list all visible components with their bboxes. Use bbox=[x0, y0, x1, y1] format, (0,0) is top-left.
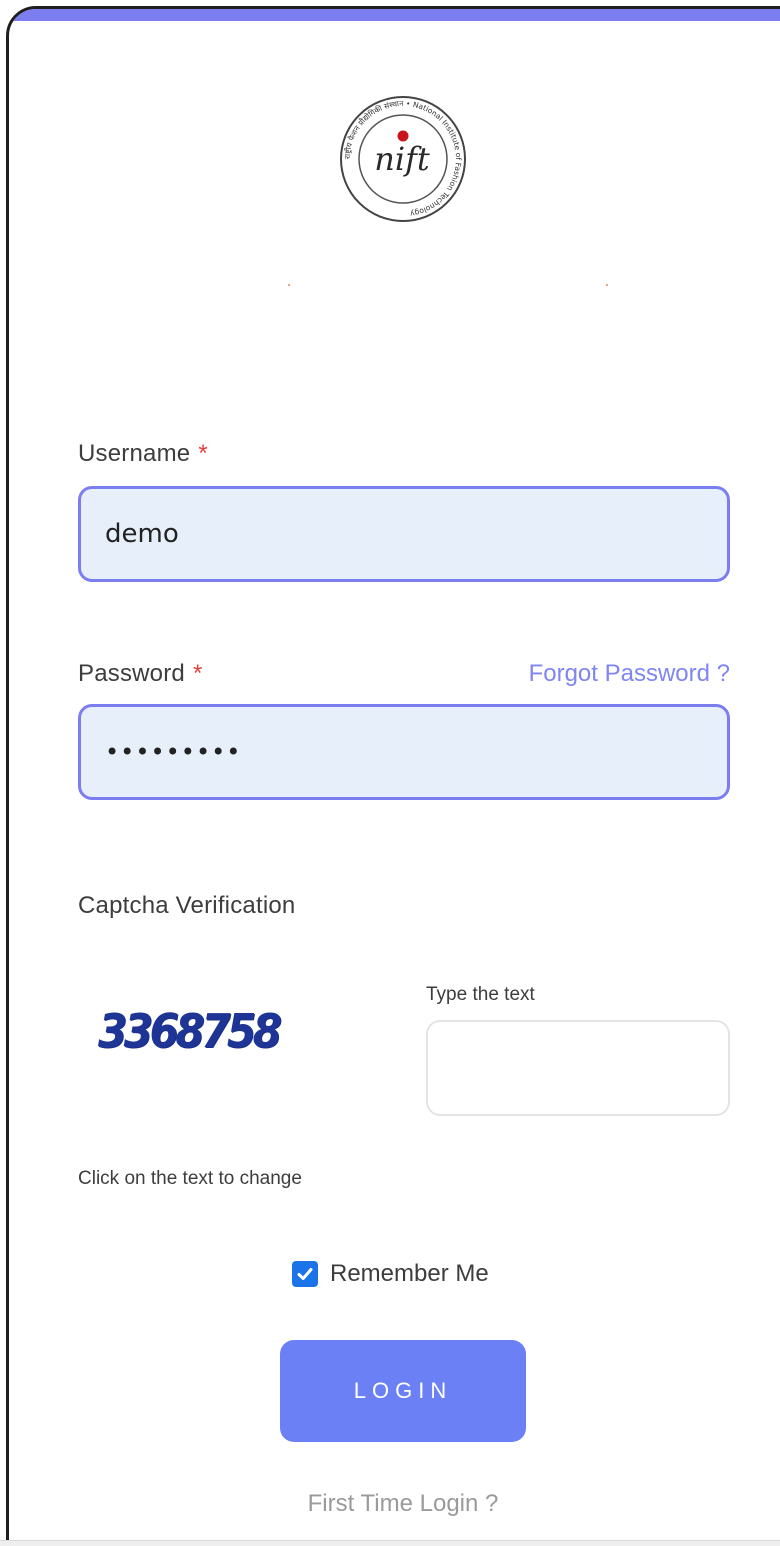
username-input[interactable] bbox=[78, 486, 730, 582]
remember-me[interactable]: Remember Me bbox=[292, 1260, 489, 1288]
first-time-login-link[interactable]: First Time Login ? bbox=[0, 1490, 780, 1518]
speck bbox=[606, 284, 608, 286]
captcha-hint: Click on the text to change bbox=[78, 1168, 302, 1189]
remember-me-checkbox[interactable] bbox=[292, 1261, 318, 1287]
login-page: राष्ट्रीय फैशन प्रौद्योगिकी संस्थान • Na… bbox=[0, 0, 780, 1546]
bottom-divider bbox=[0, 1540, 780, 1546]
password-input[interactable]: ••••••••• bbox=[78, 704, 730, 800]
captcha-input-label: Type the text bbox=[426, 984, 535, 1005]
nift-logo: राष्ट्रीय फैशन प्रौद्योगिकी संस्थान • Na… bbox=[338, 94, 468, 224]
remember-me-label: Remember Me bbox=[330, 1260, 489, 1287]
username-label: Username * bbox=[78, 440, 208, 467]
captcha-input[interactable] bbox=[426, 1020, 730, 1116]
card-accent-bar bbox=[9, 9, 780, 21]
password-label: Password * bbox=[78, 660, 203, 687]
captcha-section-label: Captcha Verification bbox=[78, 892, 296, 919]
login-button[interactable]: LOGIN bbox=[280, 1340, 526, 1442]
svg-text:nift: nift bbox=[374, 140, 430, 178]
forgot-password-link[interactable]: Forgot Password ? bbox=[529, 660, 730, 688]
captcha-image[interactable]: 3368758 bbox=[98, 1004, 282, 1058]
check-icon bbox=[297, 1268, 313, 1280]
speck bbox=[288, 284, 290, 286]
